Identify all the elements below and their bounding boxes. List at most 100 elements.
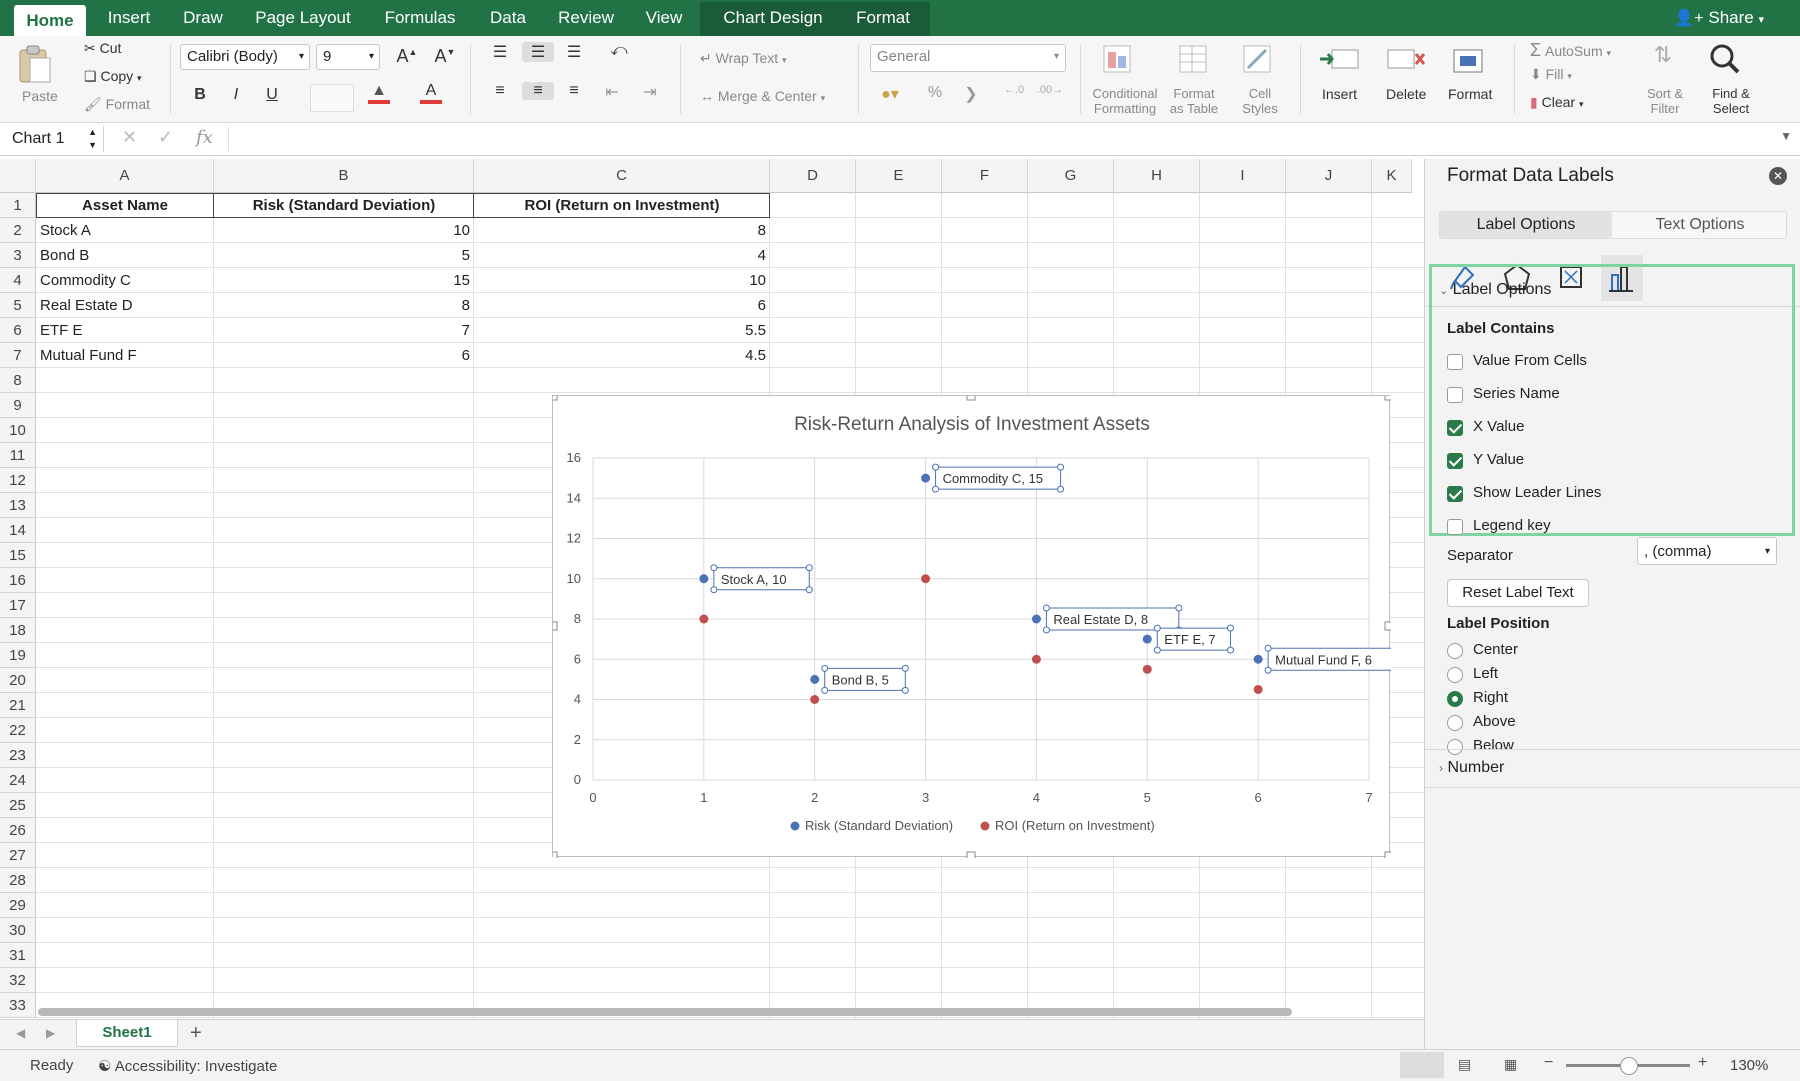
roi-data-point[interactable] — [699, 614, 709, 624]
cancel-icon[interactable]: ✕ — [122, 127, 137, 148]
align-left-icon[interactable]: ≡ — [486, 82, 514, 100]
cut-button[interactable]: ✂ Cut — [84, 40, 121, 57]
chart-resize-handle[interactable] — [553, 851, 558, 858]
row-header[interactable]: 8 — [0, 368, 36, 393]
copy-button[interactable]: ❏ Copy ▾ — [84, 68, 142, 85]
radio-label[interactable]: Below — [1473, 737, 1514, 754]
number-format-dropdown[interactable]: General ▾ — [870, 44, 1066, 72]
data-label-handle[interactable] — [932, 485, 940, 493]
clear-button[interactable]: ▮ Clear ▾ — [1530, 94, 1584, 111]
align-middle-icon[interactable]: ☰ — [522, 42, 554, 62]
risk-data-point[interactable] — [1031, 614, 1041, 624]
checkbox-label[interactable]: Show Leader Lines — [1473, 484, 1601, 501]
table-cell[interactable]: 10 — [214, 218, 474, 243]
y-tick-label[interactable]: 4 — [574, 692, 581, 707]
row-header[interactable]: 22 — [0, 718, 36, 743]
normal-view-icon[interactable] — [1400, 1052, 1444, 1078]
radio-label[interactable]: Center — [1473, 641, 1518, 658]
sort-filter-label[interactable]: Sort & Filter — [1640, 86, 1690, 116]
row-header[interactable]: 12 — [0, 468, 36, 493]
chart-resize-handle[interactable] — [1384, 621, 1391, 631]
radio-left[interactable] — [1447, 667, 1463, 683]
y-tick-label[interactable]: 6 — [574, 651, 581, 666]
font-size-dropdown[interactable]: 9 ▾ — [316, 44, 380, 70]
decrease-indent-icon[interactable]: ⇤ — [598, 82, 626, 102]
risk-data-point[interactable] — [921, 473, 931, 483]
row-header[interactable]: 21 — [0, 693, 36, 718]
comma-style-icon[interactable]: ❯ — [956, 84, 986, 104]
x-tick-label[interactable]: 2 — [811, 790, 818, 805]
merge-center-button[interactable]: ↔ Merge & Center ▾ — [700, 88, 825, 104]
roi-data-point[interactable] — [1253, 684, 1263, 694]
row-header[interactable]: 3 — [0, 243, 36, 268]
y-tick-label[interactable]: 14 — [567, 490, 581, 505]
table-cell[interactable]: 15 — [214, 268, 474, 293]
radio-right[interactable] — [1447, 691, 1463, 707]
x-tick-label[interactable]: 1 — [700, 790, 707, 805]
y-tick-label[interactable]: 16 — [567, 450, 581, 465]
table-cell[interactable]: Mutual Fund F — [36, 343, 214, 368]
format-cells-button[interactable]: Format — [1448, 86, 1492, 102]
x-tick-label[interactable]: 3 — [922, 790, 929, 805]
row-header[interactable]: 33 — [0, 993, 36, 1018]
data-label-handle[interactable] — [1057, 463, 1065, 471]
data-label-handle[interactable] — [710, 564, 718, 572]
data-label-handle[interactable] — [1175, 604, 1183, 612]
prev-sheet-icon[interactable]: ◀ — [16, 1026, 25, 1040]
radio-label[interactable]: Left — [1473, 665, 1498, 682]
data-label-handle[interactable] — [1042, 604, 1050, 612]
risk-data-point[interactable] — [810, 674, 820, 684]
row-header[interactable]: 23 — [0, 743, 36, 768]
checkbox-show-leader-lines[interactable] — [1447, 486, 1463, 502]
row-header[interactable]: 9 — [0, 393, 36, 418]
autosum-button[interactable]: Σ AutoSum ▾ — [1530, 40, 1611, 61]
format-cells-icon[interactable] — [1448, 42, 1488, 76]
row-header[interactable]: 2 — [0, 218, 36, 243]
chart-resize-handle[interactable] — [966, 851, 976, 858]
checkbox-label[interactable]: Value From Cells — [1473, 352, 1587, 369]
legend-label-roi[interactable]: ROI (Return on Investment) — [995, 818, 1155, 833]
format-as-table-icon[interactable] — [1176, 42, 1212, 76]
align-bottom-icon[interactable]: ☰ — [560, 42, 588, 62]
data-label[interactable]: Mutual Fund F, 6 — [1275, 652, 1372, 667]
cell-styles-label[interactable]: Cell Styles — [1230, 86, 1290, 116]
conditional-formatting-icon[interactable] — [1100, 42, 1136, 76]
checkbox-label[interactable]: Series Name — [1473, 385, 1560, 402]
tab-formulas[interactable]: Formulas — [376, 0, 464, 36]
radio-below[interactable] — [1447, 739, 1463, 755]
table-cell[interactable]: 5 — [214, 243, 474, 268]
data-label-handle[interactable] — [1226, 646, 1234, 654]
share-button[interactable]: 👤+ Share ▾ — [1674, 0, 1764, 36]
column-header[interactable]: A — [36, 159, 214, 193]
x-tick-label[interactable]: 7 — [1365, 790, 1372, 805]
tab-page-layout[interactable]: Page Layout — [246, 0, 360, 36]
italic-button[interactable]: I — [224, 86, 248, 104]
increase-font-size-icon[interactable]: A▲ — [390, 46, 424, 67]
x-tick-label[interactable]: 0 — [589, 790, 596, 805]
x-tick-label[interactable]: 4 — [1033, 790, 1040, 805]
column-header[interactable]: D — [770, 159, 856, 193]
row-header[interactable]: 17 — [0, 593, 36, 618]
table-cell[interactable]: 4 — [474, 243, 770, 268]
checkbox-legend-key[interactable] — [1447, 519, 1463, 535]
risk-data-point[interactable] — [699, 574, 709, 584]
increase-decimal-icon[interactable]: ←.0 — [998, 84, 1030, 96]
row-header[interactable]: 18 — [0, 618, 36, 643]
percent-button[interactable]: % — [920, 84, 950, 102]
borders-icon[interactable] — [310, 84, 354, 112]
chart-resize-handle[interactable] — [553, 621, 558, 631]
legend-label-risk[interactable]: Risk (Standard Deviation) — [805, 818, 953, 833]
underline-button[interactable]: U — [260, 86, 284, 104]
page-layout-view-icon[interactable]: ▤ — [1458, 1056, 1471, 1073]
roi-data-point[interactable] — [1031, 654, 1041, 664]
row-header[interactable]: 6 — [0, 318, 36, 343]
tab-draw[interactable]: Draw — [172, 0, 234, 36]
enter-icon[interactable]: ✓ — [158, 127, 173, 148]
find-select-label[interactable]: Find & Select — [1706, 86, 1756, 116]
row-header[interactable]: 31 — [0, 943, 36, 968]
row-header[interactable]: 32 — [0, 968, 36, 993]
radio-label[interactable]: Right — [1473, 689, 1508, 706]
row-header[interactable]: 4 — [0, 268, 36, 293]
next-sheet-icon[interactable]: ▶ — [46, 1026, 55, 1040]
legend-marker-roi[interactable] — [980, 821, 990, 831]
